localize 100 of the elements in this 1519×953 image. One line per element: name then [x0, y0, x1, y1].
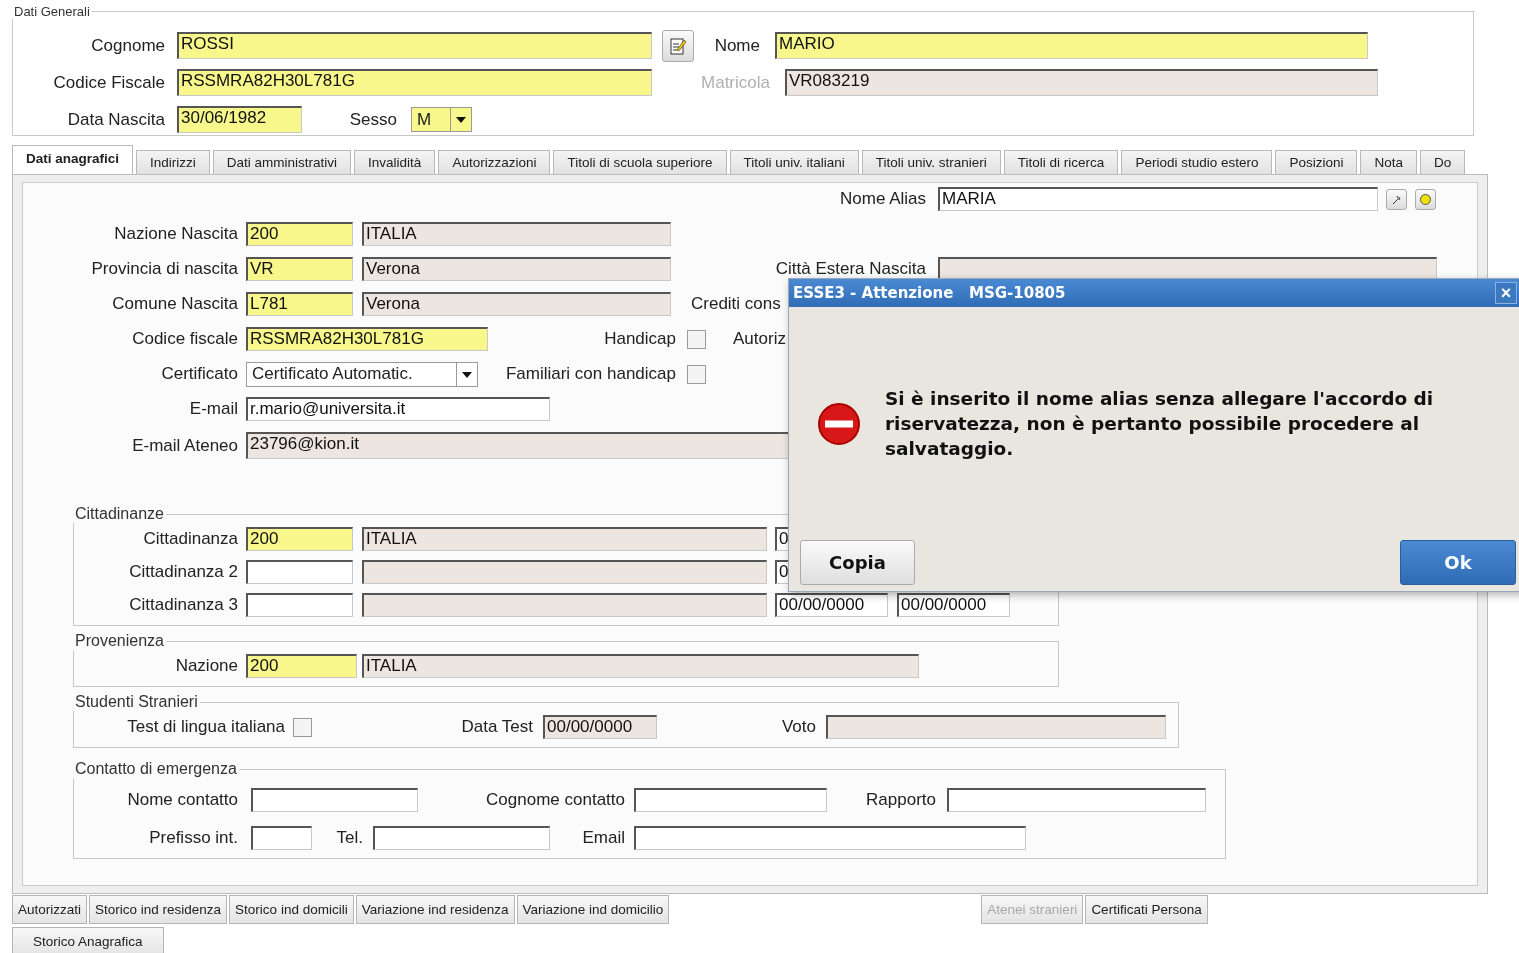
input-field[interactable]: 00/00/0000: [775, 593, 888, 617]
action-button[interactable]: Storico ind domicili: [229, 895, 354, 924]
checkbox[interactable]: [687, 364, 706, 384]
close-button[interactable]: ×: [1495, 282, 1517, 304]
input-field[interactable]: [251, 826, 312, 850]
field-label: Provincia di nascita: [90, 259, 238, 279]
refresh-icon[interactable]: [1415, 188, 1436, 210]
field-label: Cittadinanza 3: [128, 595, 238, 615]
input-field[interactable]: MARIA: [938, 187, 1378, 211]
group-legend: Cittadinanze: [73, 505, 166, 523]
field-label: E-mail: [188, 399, 238, 419]
checkbox[interactable]: [687, 329, 706, 349]
input-field[interactable]: ITALIA: [362, 654, 919, 678]
input-field[interactable]: [938, 257, 1437, 281]
field-label: Codice fiscale: [131, 329, 238, 349]
action-button[interactable]: Storico ind residenza: [89, 895, 228, 924]
wand-icon[interactable]: [1386, 188, 1407, 210]
input-field[interactable]: [634, 826, 1026, 850]
input-field[interactable]: 30/06/1982: [177, 106, 302, 133]
tab[interactable]: Titoli univ. italiani: [729, 150, 859, 174]
dropdown[interactable]: M: [411, 107, 472, 132]
input-field[interactable]: [246, 560, 353, 584]
dialog-title: ESSE3 - Attenzione MSG-10805: [793, 284, 1066, 302]
input-field[interactable]: ROSSI: [177, 32, 652, 59]
field-label: Data Nascita: [66, 109, 165, 130]
field-label: E-mail Ateneo: [131, 435, 238, 456]
input-field[interactable]: 200: [246, 527, 353, 551]
tab[interactable]: Nota: [1360, 150, 1417, 174]
field-label: Handicap: [603, 329, 676, 349]
field-label: Data Test: [460, 717, 533, 737]
tab[interactable]: Periodi studio estero: [1121, 150, 1273, 174]
field-label: Familiari con handicap: [504, 364, 676, 384]
field-label: Matricola: [700, 72, 770, 93]
group-legend: Dati Generali: [12, 4, 92, 19]
input-field[interactable]: [251, 788, 418, 812]
input-field[interactable]: Verona: [362, 257, 671, 281]
field-label: Cittadinanza 2: [128, 562, 238, 582]
tab[interactable]: Titoli di scuola superiore: [553, 150, 727, 174]
tab[interactable]: Indirizzi: [136, 150, 210, 174]
field-label: Tel.: [335, 828, 363, 848]
field-label: Nazione Nascita: [113, 224, 238, 244]
field-label: Cittadinanza: [142, 529, 238, 549]
field-label: Certificato: [160, 364, 238, 384]
input-field[interactable]: L781: [246, 292, 353, 316]
input-field[interactable]: [246, 593, 353, 617]
field-label: Voto: [780, 717, 816, 737]
field-label: Cognome contatto: [485, 790, 625, 810]
input-field[interactable]: MARIO: [775, 32, 1368, 59]
input-field[interactable]: [373, 826, 550, 850]
input-field[interactable]: Verona: [362, 292, 671, 316]
action-button[interactable]: Variazione ind domicilio: [516, 895, 670, 924]
field-label: Rapporto: [865, 790, 936, 810]
dropdown[interactable]: Certificato Automatic.: [246, 361, 478, 387]
tab[interactable]: Dati amministrativi: [212, 150, 352, 174]
field-label: Autoriz: [733, 329, 786, 349]
tab[interactable]: Do: [1420, 150, 1466, 174]
input-field[interactable]: RSSMRA82H30L781G: [177, 69, 652, 96]
tab[interactable]: Autorizzazioni: [438, 150, 551, 174]
input-field[interactable]: 00/00/0000: [543, 715, 657, 739]
input-field[interactable]: VR083219: [785, 69, 1378, 96]
input-field[interactable]: VR: [246, 257, 353, 281]
field-label: Nome Alias: [839, 189, 926, 209]
tab[interactable]: Posizioni: [1275, 150, 1358, 174]
input-field[interactable]: [947, 788, 1206, 812]
edit-icon[interactable]: [662, 29, 694, 62]
field-label: Test di lingua italiana: [126, 717, 285, 737]
checkbox[interactable]: [293, 717, 312, 737]
action-button[interactable]: Certificati Persona: [1085, 895, 1208, 924]
input-field[interactable]: 00/00/0000: [897, 593, 1010, 617]
field-label: Codice Fiscale: [52, 72, 165, 93]
action-button[interactable]: Storico Anagrafica: [12, 927, 164, 953]
field-label: Nome contatto: [126, 790, 238, 810]
group-legend: Contatto di emergenza: [73, 760, 239, 778]
action-button[interactable]: Variazione ind residenza: [355, 895, 515, 924]
field-label: Sesso: [348, 109, 397, 130]
dialog-button[interactable]: Copia: [800, 540, 915, 585]
field-label: Nome: [713, 35, 760, 56]
dialog-button[interactable]: Ok: [1400, 540, 1516, 585]
input-field[interactable]: 200: [246, 654, 357, 678]
input-field[interactable]: 200: [246, 222, 353, 246]
tab[interactable]: Titoli di ricerca: [1003, 150, 1119, 174]
input-field[interactable]: RSSMRA82H30L781G: [246, 327, 488, 351]
tab[interactable]: Dati anagrafici: [12, 145, 134, 174]
input-field[interactable]: [362, 593, 767, 617]
field-label: Cognome: [90, 35, 165, 56]
input-field[interactable]: [634, 788, 827, 812]
input-field[interactable]: [362, 560, 767, 584]
input-field[interactable]: [826, 715, 1166, 739]
input-field[interactable]: r.mario@universita.it: [246, 397, 550, 421]
dialog-message: Si è inserito il nome alias senza allegare l'accordo di riservatezza, non è pertanto possibile procedere al salvataggio.: [885, 387, 1435, 461]
tab[interactable]: Titoli univ. stranieri: [861, 150, 1001, 174]
input-field[interactable]: ITALIA: [362, 222, 671, 246]
input-field[interactable]: ITALIA: [362, 527, 767, 551]
error-icon: [817, 401, 861, 446]
group-legend: Studenti Stranieri: [73, 693, 200, 711]
field-label: Comune Nascita: [111, 294, 238, 314]
field-label: Crediti cons: [691, 294, 781, 314]
action-button[interactable]: Autorizzati: [12, 895, 88, 924]
tab[interactable]: Invalidità: [354, 150, 436, 174]
field-label: Nazione: [174, 656, 238, 676]
